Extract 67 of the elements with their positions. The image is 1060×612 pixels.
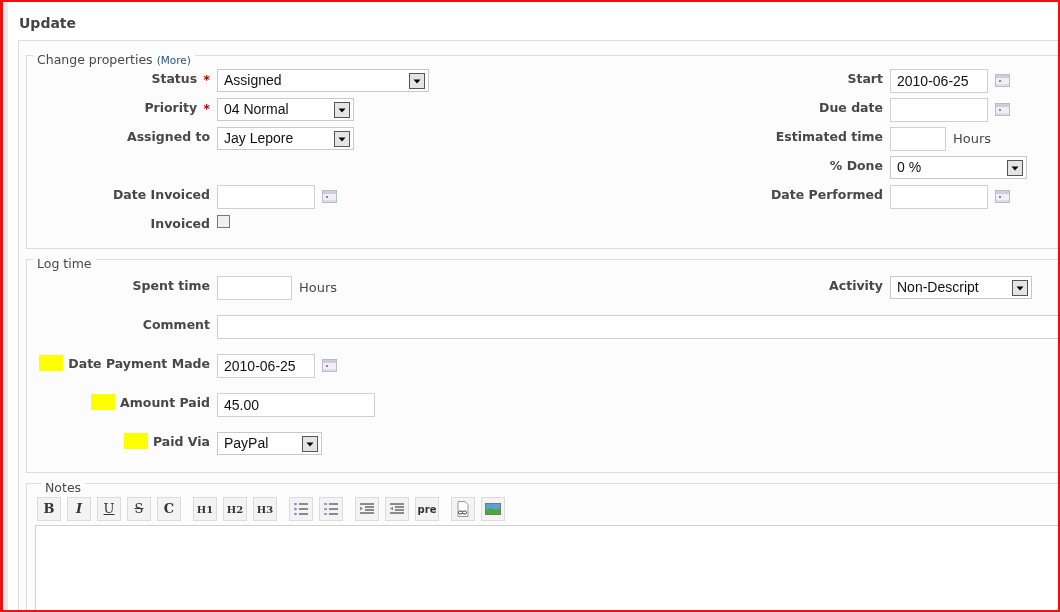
field-label: % Done [829, 157, 883, 175]
section-title: Log time [37, 256, 92, 271]
field-label: Assigned to [126, 128, 210, 146]
text-field[interactable] [890, 127, 946, 151]
section-title: Notes [45, 480, 82, 495]
field-label: Status [151, 70, 198, 88]
dropdown-select[interactable]: 04 Normal [217, 98, 354, 121]
bold-button[interactable]: B [37, 497, 61, 521]
indent-icon [360, 503, 374, 515]
field-label: Spent time [132, 277, 210, 295]
preformatted-button[interactable]: pre [415, 497, 439, 521]
image-icon [485, 503, 501, 515]
calendar-icon[interactable] [995, 190, 1010, 203]
dropdown-select[interactable]: Jay Lepore [217, 127, 354, 150]
calendar-icon[interactable] [995, 103, 1010, 116]
strikethrough-button[interactable]: S [127, 497, 151, 521]
date-field[interactable] [890, 98, 988, 122]
field-label: Start [847, 70, 883, 88]
heading-button[interactable]: H1 [193, 497, 217, 521]
numbered-list-icon [324, 503, 338, 515]
field-label: Estimated time [775, 128, 883, 146]
dropdown-select[interactable]: Non-Descript [890, 276, 1032, 299]
field-label: Activity [829, 277, 883, 295]
image-button[interactable] [481, 497, 505, 521]
outdent-icon [390, 503, 404, 515]
page-title: Update [19, 15, 77, 31]
date-field[interactable] [890, 185, 988, 209]
link-button[interactable] [451, 497, 475, 521]
bullet-list-button[interactable] [289, 497, 313, 521]
text-field[interactable] [217, 315, 1058, 339]
field-label: Paid Via [152, 433, 210, 451]
heading-button[interactable]: H3 [253, 497, 277, 521]
calendar-icon[interactable] [322, 359, 337, 372]
link-icon [456, 501, 470, 517]
field-label: Amount Paid [120, 394, 210, 412]
unit-label: Hours [953, 130, 992, 149]
more-link[interactable]: (More) [156, 54, 191, 66]
dropdown-select[interactable]: 0 % [890, 156, 1027, 179]
text-field[interactable]: 45.00 [217, 393, 375, 417]
bullet-list-icon [294, 503, 308, 515]
required-mark: * [203, 100, 210, 118]
calendar-icon[interactable] [995, 74, 1010, 87]
outdent-button[interactable] [385, 497, 409, 521]
field-label: Date Invoiced [112, 186, 210, 204]
calendar-icon[interactable] [322, 190, 337, 203]
heading-button[interactable]: H2 [223, 497, 247, 521]
field-label: Due date [819, 99, 883, 117]
dropdown-select[interactable]: Assigned [217, 69, 429, 92]
checkbox[interactable] [217, 215, 230, 228]
indent-button[interactable] [355, 497, 379, 521]
date-field[interactable]: 2010-06-25 [217, 354, 315, 378]
underline-button[interactable]: U [97, 497, 121, 521]
numbered-list-button[interactable] [319, 497, 343, 521]
field-label: Comment [142, 316, 210, 334]
date-field[interactable] [217, 185, 315, 209]
field-label: Invoiced [150, 215, 210, 233]
required-mark: * [203, 71, 210, 89]
unit-label: Hours [299, 279, 338, 298]
section-title: Change properties [37, 52, 153, 67]
code-button[interactable]: C [157, 497, 181, 521]
field-label: Date Payment Made [68, 355, 210, 373]
italic-button[interactable]: I [67, 497, 91, 521]
field-label: Date Performed [770, 186, 883, 204]
field-label: Priority [144, 99, 198, 117]
date-field[interactable]: 2010-06-25 [890, 69, 988, 93]
dropdown-select[interactable]: PayPal [217, 432, 322, 455]
text-field[interactable] [217, 276, 292, 300]
